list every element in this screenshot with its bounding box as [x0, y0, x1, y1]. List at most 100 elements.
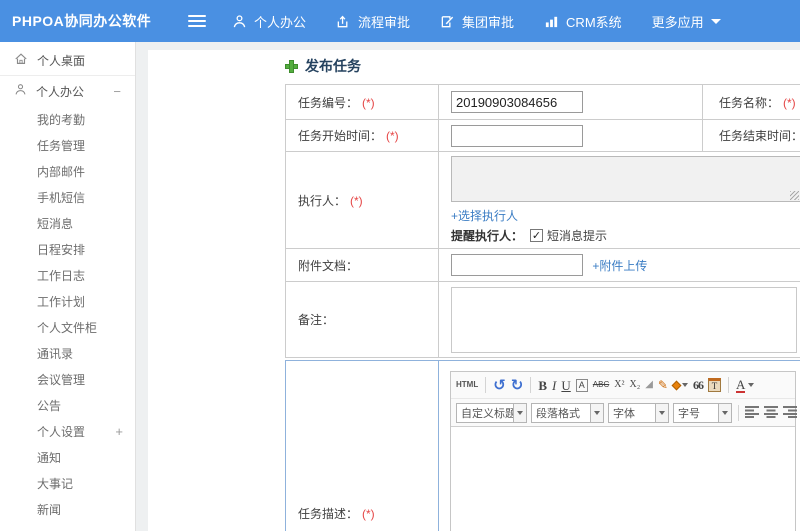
sidebar-item-attendance[interactable]: 我的考勤 — [0, 106, 135, 132]
collapse-icon[interactable]: − — [113, 84, 121, 99]
task-description-section: 任务描述： (*) HTML ↺ ↻ B I U A ABC X² X₂ ◢ ✎… — [285, 360, 800, 531]
superscript-button[interactable]: X² — [614, 380, 624, 390]
nav-label: 个人办公 — [254, 14, 307, 30]
underline-button[interactable]: U — [561, 379, 570, 392]
add-icon — [285, 59, 298, 73]
sidebar-item-news[interactable]: 新闻 — [0, 496, 135, 522]
sidebar-item-work-plan[interactable]: 工作计划 — [0, 288, 135, 314]
paragraph-format-select[interactable]: 段落格式 — [531, 402, 604, 423]
html-source-button[interactable]: HTML — [456, 381, 478, 389]
bar-chart-icon — [544, 14, 559, 29]
rich-text-editor: HTML ↺ ↻ B I U A ABC X² X₂ ◢ ✎ 66 T A 自定… — [450, 371, 798, 531]
caret-down-icon — [681, 383, 688, 387]
hamburger-icon — [188, 15, 206, 17]
align-center-icon[interactable] — [764, 405, 779, 421]
caret-down-icon — [594, 410, 600, 415]
nav-label: 流程审批 — [358, 14, 411, 30]
sidebar-item-notice[interactable]: 通知 — [0, 444, 135, 470]
sidebar-item-desktop[interactable]: 个人桌面 — [0, 45, 135, 75]
sidebar-item-task-management[interactable]: 任务管理 — [0, 132, 135, 158]
caret-down-icon — [748, 383, 755, 387]
task-name-label: 任务名称： (*) — [702, 84, 800, 120]
editor-toolbar-row2: 自定义标题 段落格式 字体 字号 — [451, 399, 798, 426]
remove-format-icon[interactable]: ◢ — [645, 380, 653, 390]
expand-icon[interactable]: + — [115, 424, 123, 439]
align-left-icon[interactable] — [745, 405, 760, 421]
sidebar-item-meeting[interactable]: 会议管理 — [0, 366, 135, 392]
nav-workflow-approval[interactable]: 流程审批 — [336, 12, 410, 31]
required-mark: (*) — [783, 95, 796, 110]
align-right-icon[interactable] — [783, 405, 798, 421]
menu-toggle-button[interactable] — [188, 12, 206, 30]
edit-icon — [440, 14, 455, 29]
sms-remind-label: 短消息提示 — [547, 229, 608, 243]
sidebar-item-contacts[interactable]: 通讯录 — [0, 340, 135, 366]
format-brush-icon[interactable]: ✎ — [658, 379, 668, 391]
font-color-button[interactable]: A — [735, 378, 755, 393]
redo-icon[interactable]: ↻ — [511, 378, 524, 393]
sidebar-item-personal-settings[interactable]: 个人设置 + — [0, 418, 135, 444]
executor-textarea[interactable] — [451, 156, 800, 202]
task-no-input[interactable] — [451, 91, 583, 113]
attachment-label: 附件文档： — [285, 248, 439, 282]
user-icon — [14, 83, 27, 99]
top-nav: 个人办公 流程审批 集团审批 CRM系统 更多应用 — [232, 12, 721, 31]
remind-executor-label: 提醒执行人： — [451, 229, 524, 243]
accent-button[interactable]: A — [575, 378, 588, 392]
sidebar-item-work-log[interactable]: 工作日志 — [0, 262, 135, 288]
sidebar-item-memorabilia[interactable]: 大事记 — [0, 470, 135, 496]
custom-title-select[interactable]: 自定义标题 — [456, 402, 527, 423]
sidebar-item-sms[interactable]: 手机短信 — [0, 184, 135, 210]
sidebar-item-label: 个人办公 — [36, 84, 85, 99]
strikethrough-button[interactable]: ABC — [593, 381, 609, 389]
highlight-color-button[interactable] — [671, 380, 688, 390]
bold-button[interactable]: B — [538, 379, 547, 392]
sidebar-item-schedule[interactable]: 日程安排 — [0, 236, 135, 262]
end-time-label: 任务结束时间：(*) — [702, 119, 800, 152]
paste-text-icon[interactable]: T — [707, 378, 721, 392]
sidebar-item-personal-office[interactable]: 个人办公 − — [0, 76, 135, 106]
nav-crm-system[interactable]: CRM系统 — [544, 12, 622, 31]
sidebar-item-short-message[interactable]: 短消息 — [0, 210, 135, 236]
nav-label: CRM系统 — [566, 14, 622, 30]
main-panel: 发布任务 任务编号：(*) 任务名称：(*) 任务开始时间：(*) 任务结束时间… — [148, 50, 800, 531]
undo-icon[interactable]: ↺ — [493, 378, 506, 393]
page-title: 发布任务 — [285, 54, 800, 78]
attachment-input[interactable] — [451, 254, 583, 276]
executor-label: 执行人： (*) — [285, 151, 439, 249]
required-mark: (*) — [350, 193, 363, 208]
sidebar-item-label: 个人桌面 — [37, 53, 86, 68]
remark-label: 备注： — [285, 281, 439, 358]
choose-executor-link[interactable]: +选择执行人 — [451, 207, 518, 224]
nav-more-apps[interactable]: 更多应用 — [652, 12, 721, 31]
nav-label: 集团审批 — [462, 14, 515, 30]
remark-textarea[interactable] — [451, 286, 797, 353]
editor-content-area[interactable] — [451, 426, 795, 531]
resize-handle[interactable] — [790, 191, 799, 200]
sidebar: 个人桌面 个人办公 − 我的考勤 任务管理 内部邮件 手机短信 短消息 日程安排… — [0, 42, 136, 531]
caret-down-icon — [722, 410, 728, 415]
font-family-select[interactable]: 字体 — [608, 402, 669, 423]
required-mark: (*) — [362, 95, 375, 110]
sidebar-item-internal-mail[interactable]: 内部邮件 — [0, 158, 135, 184]
sms-remind-checkbox[interactable]: ✓ — [530, 229, 544, 242]
task-no-label: 任务编号： (*) — [285, 84, 439, 120]
subscript-button[interactable]: X₂ — [629, 380, 640, 390]
caret-down-icon — [710, 18, 721, 24]
required-mark: (*) — [386, 129, 399, 143]
font-size-select[interactable]: 字号 — [673, 402, 732, 423]
sidebar-item-announcement[interactable]: 公告 — [0, 392, 135, 418]
blockquote-button[interactable]: 66 — [693, 379, 704, 391]
start-time-input[interactable] — [451, 124, 583, 147]
nav-personal-office[interactable]: 个人办公 — [232, 12, 306, 31]
required-mark: (*) — [362, 507, 375, 521]
sidebar-item-file-cabinet[interactable]: 个人文件柜 — [0, 314, 135, 340]
nav-group-approval[interactable]: 集团审批 — [440, 12, 514, 31]
content-area: 发布任务 任务编号：(*) 任务名称：(*) 任务开始时间：(*) 任务结束时间… — [136, 42, 800, 531]
italic-button[interactable]: I — [552, 379, 556, 392]
export-icon — [336, 14, 351, 29]
start-time-label: 任务开始时间： (*) — [285, 119, 439, 152]
task-form-table: 任务编号：(*) 任务名称：(*) 任务开始时间：(*) 任务结束时间：(*) … — [285, 84, 800, 358]
attachment-upload-link[interactable]: +附件上传 — [592, 257, 647, 274]
top-header: PHPOA协同办公软件 个人办公 流程审批 集团审批 CRM系统 更多应用 — [0, 0, 800, 42]
